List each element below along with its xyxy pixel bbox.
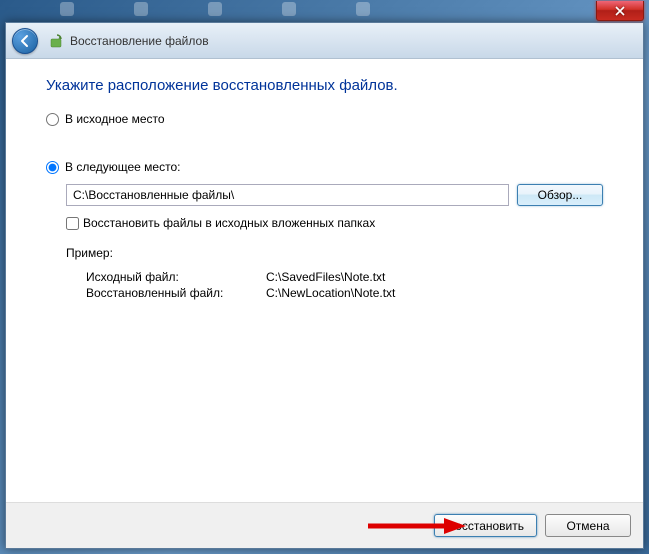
close-button[interactable] xyxy=(596,1,644,21)
example-source-value: C:\SavedFiles\Note.txt xyxy=(266,270,603,284)
radio-original-location[interactable]: В исходное место xyxy=(46,112,603,126)
radio-custom-location[interactable]: В следующее место: xyxy=(46,160,603,174)
titlebar xyxy=(596,1,644,23)
browse-button[interactable]: Обзор... xyxy=(517,184,603,206)
radio-custom-input[interactable] xyxy=(46,161,59,174)
example-grid: Исходный файл: C:\SavedFiles\Note.txt Во… xyxy=(86,270,603,300)
content-area: Укажите расположение восстановленных фай… xyxy=(6,59,643,502)
restore-icon xyxy=(48,32,66,50)
restore-button[interactable]: Восстановить xyxy=(434,514,537,537)
page-heading: Укажите расположение восстановленных фай… xyxy=(46,77,603,94)
radio-original-label: В исходное место xyxy=(65,112,165,126)
window-title: Восстановление файлов xyxy=(70,34,209,48)
example-restored-label: Восстановленный файл: xyxy=(86,286,266,300)
dialog-footer: Восстановить Отмена xyxy=(6,502,643,548)
restore-subfolders-checkbox-row[interactable]: Восстановить файлы в исходных вложенных … xyxy=(66,216,603,230)
radio-custom-label: В следующее место: xyxy=(65,160,180,174)
arrow-left-icon xyxy=(18,34,32,48)
restore-subfolders-checkbox[interactable] xyxy=(66,217,79,230)
example-restored-value: C:\NewLocation\Note.txt xyxy=(266,286,603,300)
path-row: Обзор... xyxy=(66,184,603,206)
restore-subfolders-label: Восстановить файлы в исходных вложенных … xyxy=(83,216,375,230)
restore-files-wizard-window: Восстановление файлов Укажите расположен… xyxy=(5,22,644,549)
back-button[interactable] xyxy=(12,28,38,54)
desktop-background-icons xyxy=(0,2,649,22)
cancel-button[interactable]: Отмена xyxy=(545,514,631,537)
example-title: Пример: xyxy=(66,246,603,260)
close-icon xyxy=(615,6,625,16)
example-source-label: Исходный файл: xyxy=(86,270,266,284)
destination-path-input[interactable] xyxy=(66,184,509,206)
radio-original-input[interactable] xyxy=(46,113,59,126)
nav-bar: Восстановление файлов xyxy=(6,23,643,59)
